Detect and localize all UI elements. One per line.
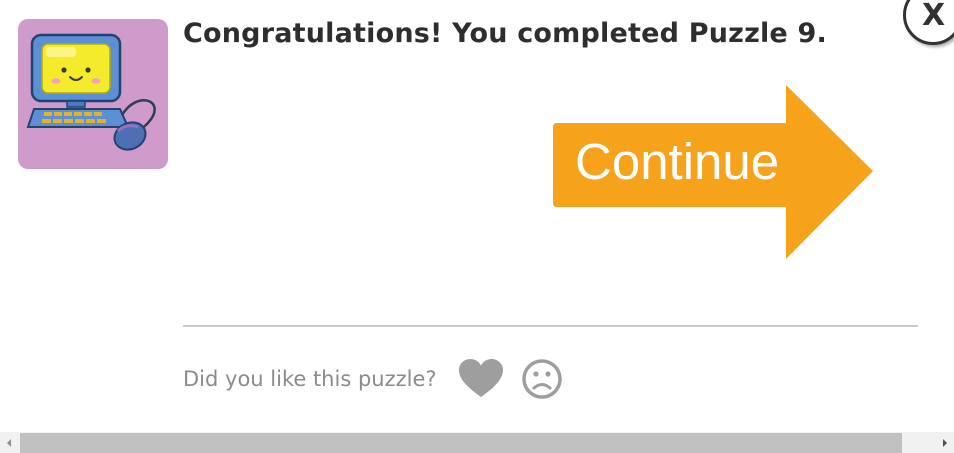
- divider: [183, 325, 918, 327]
- close-button[interactable]: X: [903, 0, 954, 45]
- scroll-right-button[interactable]: [936, 432, 954, 453]
- scroll-left-button[interactable]: [0, 432, 18, 453]
- frown-face-icon: [521, 359, 562, 399]
- feedback-row: Did you like this puzzle?: [183, 357, 563, 401]
- continue-button[interactable]: Continue: [553, 85, 873, 260]
- puzzle-complete-dialog: Congratulations! You completed Puzzle 9.…: [0, 0, 954, 453]
- scrollbar-thumb[interactable]: [20, 433, 902, 453]
- like-button[interactable]: [458, 359, 503, 399]
- triangle-right-icon: [943, 438, 947, 447]
- completion-message: Congratulations! You completed Puzzle 9.: [183, 18, 827, 49]
- dislike-button[interactable]: [521, 358, 563, 400]
- continue-label: Continue: [575, 133, 780, 190]
- feedback-prompt: Did you like this puzzle?: [183, 367, 437, 391]
- heart-icon: [458, 359, 503, 397]
- triangle-left-icon: [7, 438, 11, 447]
- close-icon: X: [922, 0, 946, 33]
- horizontal-scrollbar[interactable]: [0, 432, 954, 453]
- computer-mascot-icon: [18, 19, 168, 169]
